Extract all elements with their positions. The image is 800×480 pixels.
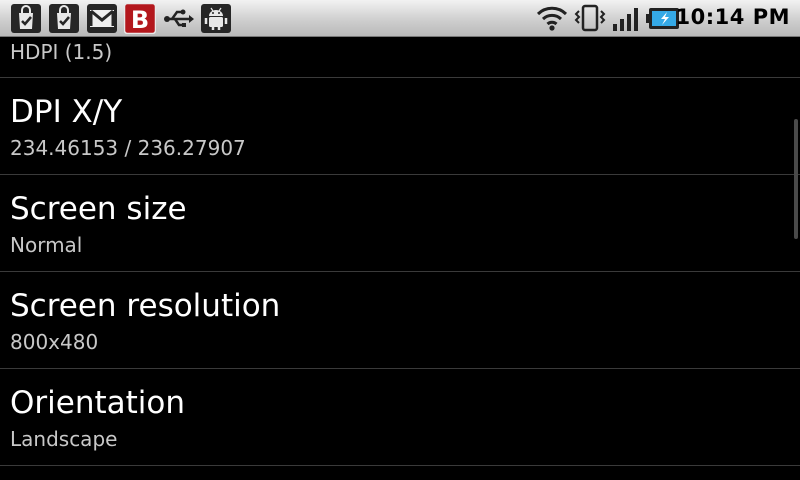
info-list[interactable]: HDPI (1.5) DPI X/Y 234.46153 / 236.27907… — [0, 37, 800, 480]
shopping-bag-icon — [48, 3, 80, 34]
usb-icon — [162, 3, 194, 34]
item-summary: Landscape — [10, 427, 118, 451]
list-item-screen-size[interactable]: Screen size Normal — [0, 175, 800, 272]
status-time: 10:14 PM — [675, 5, 790, 29]
status-bar[interactable]: B 10:14 PM — [0, 0, 800, 37]
item-summary: Normal — [10, 233, 83, 257]
list-item-orientation[interactable]: Orientation Landscape — [0, 369, 800, 466]
wifi-icon — [536, 3, 568, 33]
list-item-screen-resolution[interactable]: Screen resolution 800x480 — [0, 272, 800, 369]
item-summary: 234.46153 / 236.27907 — [10, 136, 246, 160]
item-title: Screen size — [10, 191, 187, 227]
signal-icon — [611, 3, 643, 33]
list-item-dpi[interactable]: DPI X/Y 234.46153 / 236.27907 — [0, 78, 800, 175]
item-title: Orientation — [10, 385, 186, 421]
list-item-partial[interactable]: HDPI (1.5) — [0, 37, 800, 78]
item-summary: 800x480 — [10, 330, 99, 354]
item-title: Screen resolution — [10, 288, 281, 324]
scrollbar[interactable] — [794, 119, 798, 239]
svg-text:B: B — [131, 6, 149, 34]
b-app-icon: B — [124, 3, 156, 34]
gmail-icon — [86, 3, 118, 34]
item-title: DPI X/Y — [10, 94, 123, 130]
shopping-bag-icon — [10, 3, 42, 34]
vibrate-icon — [573, 3, 607, 33]
item-summary: HDPI (1.5) — [10, 40, 113, 64]
android-debug-icon — [200, 3, 232, 34]
